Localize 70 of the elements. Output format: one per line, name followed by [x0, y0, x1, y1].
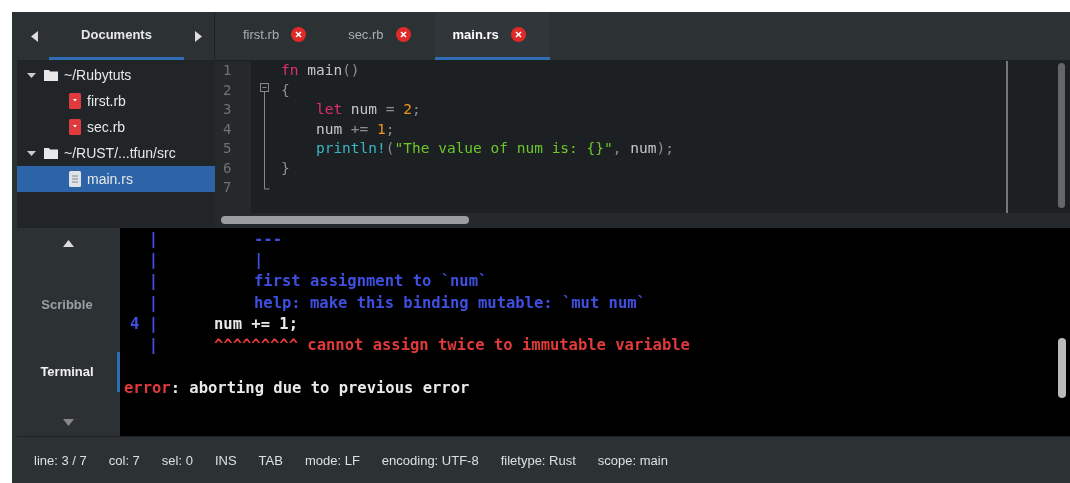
line-number: 2 [223, 80, 233, 100]
fold-marker-icon[interactable] [259, 81, 271, 191]
file-name: ~/RUST/...tfun/src [64, 145, 176, 161]
panel-tab[interactable]: Scribble [17, 284, 120, 325]
tab-label[interactable]: main.rs [452, 27, 499, 42]
editor-tab[interactable]: first.rb [225, 12, 331, 60]
tab-label[interactable]: sec.rb [348, 27, 384, 42]
line-number: 4 [223, 119, 233, 139]
terminal-gutter: | [147, 292, 158, 314]
file-name: main.rs [87, 171, 133, 187]
line-number: 3 [223, 100, 233, 119]
caret-down-icon[interactable] [27, 70, 36, 80]
terminal-gutter: | [147, 271, 158, 293]
file-name: sec.rb [87, 119, 126, 135]
editor-tab[interactable]: sec.rb [330, 12, 435, 60]
close-icon[interactable] [510, 27, 526, 42]
terminal-line: | [254, 249, 264, 271]
terminal-gutter: | [147, 335, 158, 357]
close-icon[interactable] [291, 27, 307, 42]
close-icon[interactable] [395, 27, 411, 42]
file-icon [69, 119, 81, 135]
status-item: encoding: UTF-8 [381, 452, 479, 468]
status-item: filetype: Rust [500, 452, 576, 468]
terminal-line: error: aborting due to previous error [124, 377, 470, 399]
code-line: } [281, 159, 290, 176]
status-item: TAB [258, 452, 283, 468]
terminal-line: num += 1; [214, 313, 298, 335]
folder-icon [44, 69, 58, 81]
status-item: INS [214, 452, 237, 468]
file-name: first.rb [87, 93, 126, 109]
line-number: 1 [223, 61, 233, 80]
status-item: col: 7 [108, 452, 140, 468]
line-number: 6 [223, 158, 233, 178]
caret-down-icon[interactable] [27, 148, 36, 158]
tree-item[interactable]: sec.rb [17, 114, 215, 140]
text-file-icon [69, 171, 81, 187]
editor-tab[interactable]: main.rs [434, 12, 550, 60]
file-name: ~/Rubytuts [64, 67, 132, 83]
terminal-line: ^^^^^^^^^ cannot assign twice to immutable variable [214, 335, 690, 357]
terminal-line: help: make this binding mutable: `mut num` [254, 292, 646, 314]
tree-item[interactable]: main.rs [17, 166, 215, 192]
code-line: num += 1; [314, 120, 395, 137]
code-line: fn main() [281, 62, 360, 78]
status-item: line: 3 / 7 [34, 452, 87, 468]
terminal-gutter: | [147, 228, 158, 250]
arrow-left-icon[interactable] [31, 30, 38, 42]
tree-item[interactable]: first.rb [17, 88, 215, 114]
line-number: 7 [223, 178, 233, 197]
status-item: mode: LF [304, 452, 360, 468]
code-line: println!("The value of num is: {}", num); [314, 140, 674, 156]
code-line: let num = 2; [314, 101, 421, 117]
code-line: { [281, 81, 290, 98]
tree-item[interactable]: ~/Rubytuts [17, 62, 215, 88]
arrow-up-icon[interactable] [63, 239, 74, 247]
terminal-line: first assignment to `num` [254, 271, 488, 293]
line-number: 5 [223, 139, 233, 158]
scrollbar-thumb[interactable] [1058, 63, 1065, 208]
terminal-line: --- [254, 228, 282, 250]
folder-icon [44, 147, 58, 159]
tree-item[interactable]: ~/RUST/...tfun/src [17, 140, 215, 166]
status-item: scope: main [597, 452, 668, 468]
terminal-gutter: 4 | [129, 313, 158, 335]
tab-label[interactable]: first.rb [243, 27, 280, 42]
file-icon [69, 93, 81, 109]
arrow-down-icon[interactable] [63, 419, 74, 427]
arrow-right-icon[interactable] [195, 30, 202, 42]
scrollbar-thumb[interactable] [221, 215, 469, 224]
terminal-gutter: | [147, 249, 158, 271]
scrollbar-thumb[interactable] [1058, 337, 1066, 398]
status-item: sel: 0 [161, 452, 193, 468]
